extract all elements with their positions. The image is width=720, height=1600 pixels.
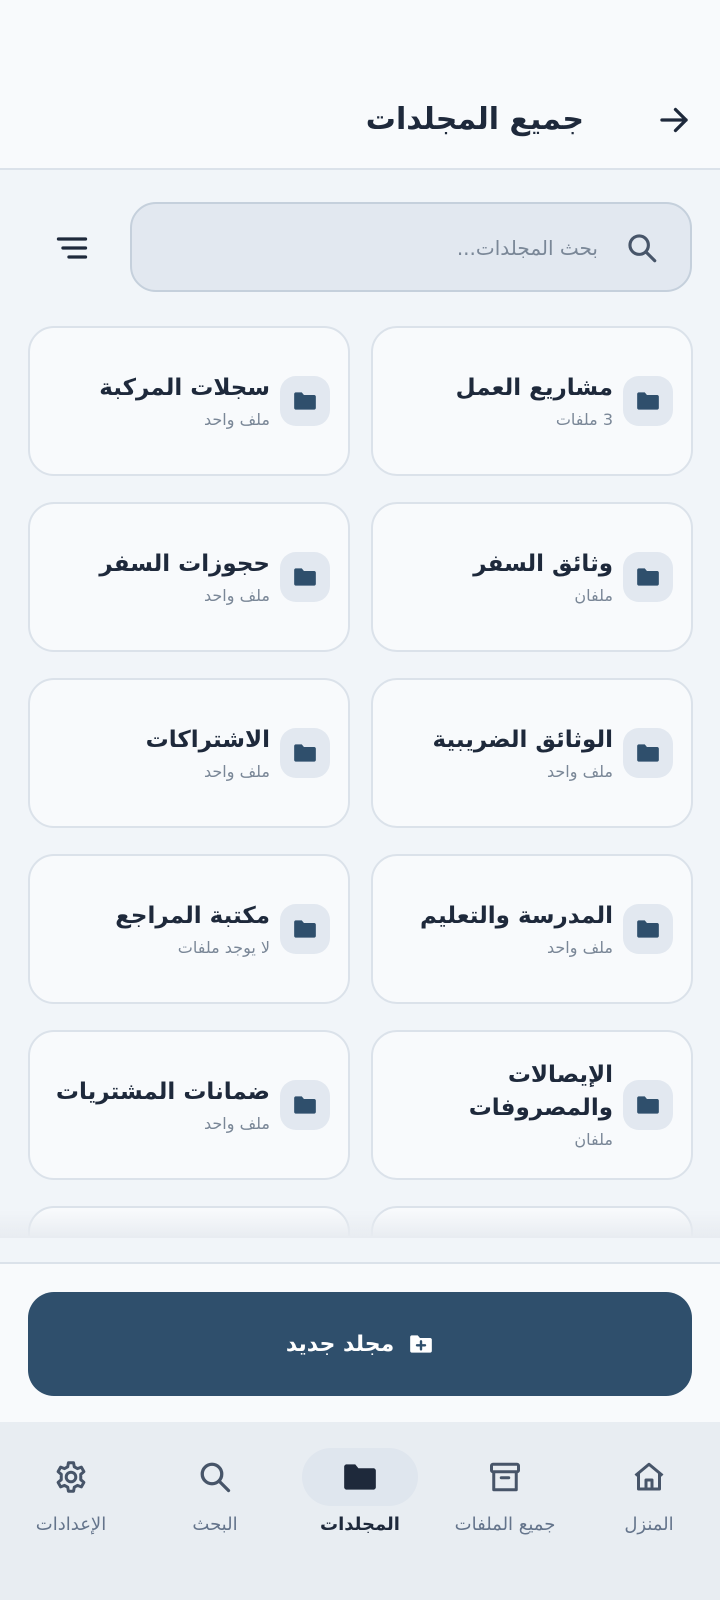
folder-text: الوثائق الضريبية ملف واحد bbox=[385, 680, 613, 826]
app-root: جميع المجلدات مشاريع العمل 3 ملفات سجلات ا… bbox=[0, 0, 720, 1600]
folder-text: المدرسة والتعليم ملف واحد bbox=[385, 856, 613, 1002]
folder-file-count: ملفان bbox=[574, 1129, 613, 1149]
folder-name: مشاريع العمل bbox=[455, 374, 613, 401]
nav-folders[interactable]: المجلدات bbox=[293, 1422, 427, 1600]
nav-settings-label: الإعدادات bbox=[35, 1514, 107, 1535]
nav-home-pill bbox=[591, 1448, 707, 1506]
folder-file-count: 3 ملفات bbox=[555, 409, 613, 429]
folder-card[interactable]: الإيصالات والمصروفات ملفان bbox=[371, 1030, 693, 1180]
bottom-navigation: المنزل جميع الملفات المجلدات البحث الإعد… bbox=[0, 1422, 720, 1600]
folder-icon bbox=[623, 728, 673, 778]
folder-text: الاشتراكات ملف واحد bbox=[42, 680, 270, 826]
folder-text: وثائق السفر ملفان bbox=[385, 504, 613, 650]
back-button[interactable] bbox=[650, 96, 698, 144]
sort-filter-button[interactable] bbox=[48, 224, 96, 272]
nav-folders-label: المجلدات bbox=[320, 1514, 400, 1535]
folder-icon bbox=[344, 1464, 376, 1490]
folder-grid: مشاريع العمل 3 ملفات سجلات المركبة ملف واحد… bbox=[0, 310, 720, 1236]
home-icon bbox=[634, 1462, 664, 1491]
folder-card[interactable]: حجوزات السفر ملف واحد bbox=[28, 502, 350, 652]
folder-name: الإيصالات والمصروفات bbox=[468, 1062, 613, 1121]
archive-box-icon bbox=[490, 1462, 520, 1492]
folder-file-count: ملف واحد bbox=[204, 585, 270, 605]
folder-icon bbox=[623, 1080, 673, 1130]
folder-card[interactable]: الوثائق الضريبية ملف واحد bbox=[371, 678, 693, 828]
nav-folders-pill bbox=[302, 1448, 418, 1506]
folder-plus-icon bbox=[410, 1335, 433, 1353]
search-icon bbox=[622, 228, 662, 268]
filter-lines-icon bbox=[56, 237, 88, 259]
nav-all-files[interactable]: جميع الملفات bbox=[438, 1422, 572, 1600]
folder-file-count: ملفان bbox=[574, 585, 613, 605]
folder-name: المدرسة والتعليم bbox=[419, 902, 613, 929]
folder-file-count: ملف واحد bbox=[547, 761, 613, 781]
folder-icon bbox=[623, 376, 673, 426]
folder-file-count: ملف واحد bbox=[204, 409, 270, 429]
folder-file-count: ملف واحد bbox=[547, 937, 613, 957]
nav-all-files-pill bbox=[447, 1448, 563, 1506]
folder-file-count: ملف واحد bbox=[204, 1113, 270, 1133]
folder-card[interactable]: ضمانات المشتريات ملف واحد bbox=[28, 1030, 350, 1180]
folder-name: حجوزات السفر bbox=[99, 550, 270, 577]
page-title: جميع المجلدات bbox=[365, 102, 584, 137]
folder-name: الاشتراكات bbox=[145, 726, 270, 753]
folder-name: سجلات المركبة bbox=[99, 374, 270, 401]
search-bar[interactable] bbox=[130, 202, 692, 292]
nav-search-pill bbox=[157, 1448, 273, 1506]
nav-home[interactable]: المنزل bbox=[582, 1422, 716, 1600]
arrow-right-icon bbox=[660, 107, 688, 133]
folder-text: حجوزات السفر ملف واحد bbox=[42, 504, 270, 650]
folder-icon bbox=[280, 904, 330, 954]
folder-card[interactable]: مكتبة المراجع لا يوجد ملفات bbox=[28, 854, 350, 1004]
top-app-bar: جميع المجلدات bbox=[0, 0, 720, 170]
nav-home-label: المنزل bbox=[624, 1514, 674, 1535]
nav-settings[interactable]: الإعدادات bbox=[4, 1422, 138, 1600]
action-area: مجلد جديد bbox=[0, 1262, 720, 1422]
folder-name: الوثائق الضريبية bbox=[432, 726, 613, 753]
folder-file-count: ملف واحد bbox=[204, 761, 270, 781]
folder-card[interactable]: المدرسة والتعليم ملف واحد bbox=[371, 854, 693, 1004]
folder-name: مكتبة المراجع bbox=[115, 902, 270, 929]
nav-search-label: البحث bbox=[192, 1514, 238, 1535]
new-folder-button[interactable]: مجلد جديد bbox=[28, 1292, 692, 1396]
folder-card[interactable]: سجلات المركبة ملف واحد bbox=[28, 326, 350, 476]
folder-icon bbox=[280, 728, 330, 778]
gear-icon bbox=[56, 1461, 86, 1493]
folder-text: مكتبة المراجع لا يوجد ملفات bbox=[42, 856, 270, 1002]
folder-icon bbox=[623, 904, 673, 954]
folder-card[interactable]: وثائق السفر ملفان bbox=[371, 502, 693, 652]
search-icon bbox=[200, 1462, 231, 1493]
folder-file-count: لا يوجد ملفات bbox=[177, 937, 270, 957]
nav-all-files-label: جميع الملفات bbox=[454, 1514, 556, 1535]
folder-icon bbox=[623, 552, 673, 602]
folder-text: ضمانات المشتريات ملف واحد bbox=[42, 1032, 270, 1178]
folder-card[interactable]: الاشتراكات ملف واحد bbox=[28, 678, 350, 828]
folder-name: ضمانات المشتريات bbox=[55, 1078, 270, 1105]
folder-card[interactable]: مشاريع العمل 3 ملفات bbox=[371, 326, 693, 476]
folder-icon bbox=[280, 1080, 330, 1130]
search-input[interactable] bbox=[198, 226, 598, 270]
folder-text: مشاريع العمل 3 ملفات bbox=[385, 328, 613, 474]
folder-text: الإيصالات والمصروفات ملفان bbox=[385, 1032, 613, 1178]
nav-search[interactable]: البحث bbox=[148, 1422, 282, 1600]
new-folder-label: مجلد جديد bbox=[285, 1331, 395, 1357]
scroll-fade bbox=[0, 1210, 720, 1238]
folder-name: وثائق السفر bbox=[473, 550, 613, 577]
folder-icon bbox=[280, 376, 330, 426]
nav-settings-pill bbox=[13, 1448, 129, 1506]
folder-icon bbox=[280, 552, 330, 602]
folder-text: سجلات المركبة ملف واحد bbox=[42, 328, 270, 474]
